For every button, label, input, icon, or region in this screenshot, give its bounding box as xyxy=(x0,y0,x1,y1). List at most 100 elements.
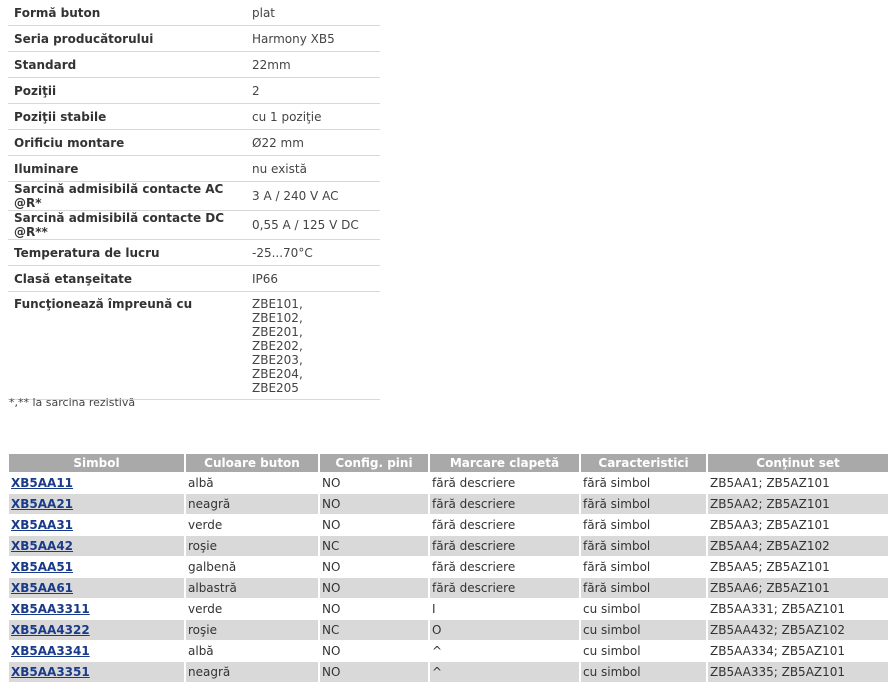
spec-label: Seria producătorului xyxy=(8,26,246,52)
characteristics: fără simbol xyxy=(580,578,707,599)
product-symbol-link[interactable]: XB5AA11 xyxy=(11,476,73,490)
symbol-cell: XB5AA31 xyxy=(9,515,185,536)
specifications-body: Formă butonplatSeria producătoruluiHarmo… xyxy=(8,0,380,400)
flap-marking: fără descriere xyxy=(429,578,580,599)
set-content: ZB5AA331; ZB5AZ101 xyxy=(707,599,888,620)
characteristics: fără simbol xyxy=(580,494,707,515)
button-color: galbenă xyxy=(185,557,319,578)
product-symbol-link[interactable]: XB5AA3311 xyxy=(11,602,90,616)
button-color: neagră xyxy=(185,662,319,682)
pin-config: NO xyxy=(319,641,429,662)
flap-marking: fără descriere xyxy=(429,515,580,536)
spec-row: Orificiu montareØ22 mm xyxy=(8,130,380,156)
flap-marking: fără descriere xyxy=(429,536,580,557)
spec-row: Seria producătoruluiHarmony XB5 xyxy=(8,26,380,52)
characteristics: cu simbol xyxy=(580,620,707,641)
button-color: neagră xyxy=(185,494,319,515)
product-symbol-link[interactable]: XB5AA61 xyxy=(11,581,73,595)
button-color: roşie xyxy=(185,620,319,641)
header-pin-config: Config. pini xyxy=(319,454,429,473)
pin-config: NO xyxy=(319,578,429,599)
table-row: XB5AA51 galbenăNOfără descrierefără simbo… xyxy=(9,557,888,578)
header-characteristics: Caracteristici xyxy=(580,454,707,473)
set-content: ZB5AA2; ZB5AZ101 xyxy=(707,494,888,515)
spec-label: Poziţii xyxy=(8,78,246,104)
product-symbol-link[interactable]: XB5AA3341 xyxy=(11,644,90,658)
spec-value: 0,55 A / 125 V DC xyxy=(246,211,380,240)
symbol-cell: XB5AA3311 xyxy=(9,599,185,620)
set-content: ZB5AA334; ZB5AZ101 xyxy=(707,641,888,662)
characteristics: cu simbol xyxy=(580,641,707,662)
spec-row: Sarcină admisibilă contacte DC @R**0,55 … xyxy=(8,211,380,240)
spec-row: Clasă etanşeitateIP66 xyxy=(8,266,380,292)
spec-row: Sarcină admisibilă contacte AC @R*3 A / … xyxy=(8,182,380,211)
spec-label: Funcţionează împreună cu xyxy=(8,292,246,400)
footnote: *,** la sarcina rezistivă xyxy=(9,396,135,409)
pin-config: NC xyxy=(319,620,429,641)
spec-row: Temperatura de lucru-25...70°C xyxy=(8,240,380,266)
spec-row: Formă butonplat xyxy=(8,0,380,26)
table-row: XB5AA31verdeNOfără descrierefără simbolZ… xyxy=(9,515,888,536)
products-body: XB5AA11albăNOfără descrierefără simbolZB… xyxy=(9,473,888,682)
set-content: ZB5AA4; ZB5AZ102 xyxy=(707,536,888,557)
symbol-cell: XB5AA51 xyxy=(9,557,185,578)
set-content: ZB5AA6; ZB5AZ101 xyxy=(707,578,888,599)
button-color: albastră xyxy=(185,578,319,599)
pin-config: NO xyxy=(319,557,429,578)
characteristics: cu simbol xyxy=(580,662,707,682)
table-row: XB5AA3341 albăNO^cu simbolZB5AA334; ZB5AZ… xyxy=(9,641,888,662)
product-symbol-link[interactable]: XB5AA51 xyxy=(11,560,73,574)
spec-row: Iluminarenu există xyxy=(8,156,380,182)
compatible-part: ZBE201, xyxy=(252,325,380,339)
product-symbol-link[interactable]: XB5AA31 xyxy=(11,518,73,532)
flap-marking: I xyxy=(429,599,580,620)
table-row: XB5AA11albăNOfără descrierefără simbolZB… xyxy=(9,473,888,494)
button-color: verde xyxy=(185,599,319,620)
table-row: XB5AA21neagrăNOfără descrierefără simbol… xyxy=(9,494,888,515)
spec-value: cu 1 poziţie xyxy=(246,104,380,130)
flap-marking: ^ xyxy=(429,641,580,662)
product-symbol-link[interactable]: XB5AA3351 xyxy=(11,665,90,679)
header-set-content: Conţinut set xyxy=(707,454,888,473)
characteristics: fără simbol xyxy=(580,515,707,536)
pin-config: NC xyxy=(319,536,429,557)
symbol-cell: XB5AA42 xyxy=(9,536,185,557)
table-row: XB5AA42 roşieNCfără descrierefără simbolZ… xyxy=(9,536,888,557)
product-symbol-link[interactable]: XB5AA4322 xyxy=(11,623,90,637)
spec-row: Standard22mm xyxy=(8,52,380,78)
compatible-part: ZBE204, xyxy=(252,367,380,381)
header-button-color: Culoare buton xyxy=(185,454,319,473)
spec-label: Sarcină admisibilă contacte AC @R* xyxy=(8,182,246,211)
spec-value: nu există xyxy=(246,156,380,182)
spec-value: 3 A / 240 V AC xyxy=(246,182,380,211)
symbol-cell: XB5AA3341 xyxy=(9,641,185,662)
characteristics: fără simbol xyxy=(580,536,707,557)
flap-marking: fără descriere xyxy=(429,473,580,494)
compatible-part: ZBE203, xyxy=(252,353,380,367)
characteristics: fără simbol xyxy=(580,557,707,578)
spec-row: Poziţii stabilecu 1 poziţie xyxy=(8,104,380,130)
symbol-cell: XB5AA3351 xyxy=(9,662,185,682)
symbol-cell: XB5AA11 xyxy=(9,473,185,494)
button-color: albă xyxy=(185,641,319,662)
spec-row: Poziţii2 xyxy=(8,78,380,104)
button-color: roşie xyxy=(185,536,319,557)
header-symbol: Simbol xyxy=(9,454,185,473)
set-content: ZB5AA335; ZB5AZ101 xyxy=(707,662,888,682)
flap-marking: fără descriere xyxy=(429,557,580,578)
table-row: XB5AA4322roşieNCOcu simbolZB5AA432; ZB5A… xyxy=(9,620,888,641)
spec-value: 22mm xyxy=(246,52,380,78)
compatible-part: ZBE205 xyxy=(252,381,380,395)
spec-label: Poziţii stabile xyxy=(8,104,246,130)
spec-label: Standard xyxy=(8,52,246,78)
table-row: XB5AA3311verdeNOIcu simbolZB5AA331; ZB5A… xyxy=(9,599,888,620)
products-header-row: SimbolCuloare butonConfig. piniMarcare c… xyxy=(9,454,888,473)
button-color: verde xyxy=(185,515,319,536)
spec-label: Clasă etanşeitate xyxy=(8,266,246,292)
characteristics: cu simbol xyxy=(580,599,707,620)
spec-value: Ø22 mm xyxy=(246,130,380,156)
product-symbol-link[interactable]: XB5AA21 xyxy=(11,497,73,511)
compatible-parts-list: ZBE101,ZBE102,ZBE201,ZBE202,ZBE203,ZBE20… xyxy=(246,292,380,400)
set-content: ZB5AA432; ZB5AZ102 xyxy=(707,620,888,641)
product-symbol-link[interactable]: XB5AA42 xyxy=(11,539,73,553)
